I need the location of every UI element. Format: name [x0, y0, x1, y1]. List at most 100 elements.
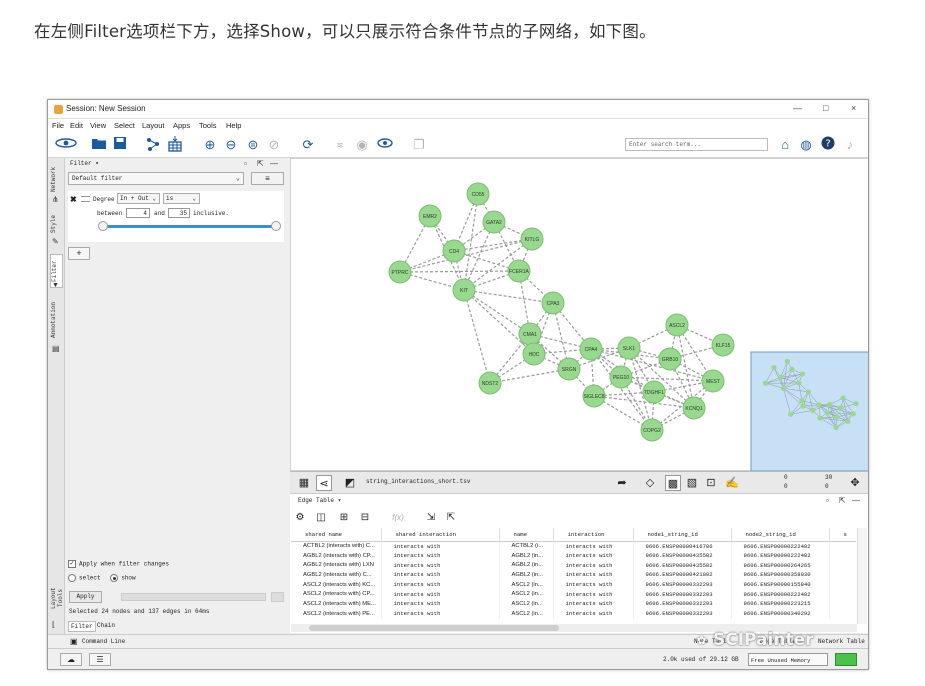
degree-max-input[interactable]: 35 [168, 208, 190, 218]
table-cell[interactable]: interacts with [381, 608, 500, 619]
network-node[interactable]: GATA2 [482, 210, 506, 234]
table-cell[interactable]: interacts with [381, 579, 500, 590]
table-cell[interactable]: ASCL2 (interacts with) CP... [291, 589, 382, 600]
table-row[interactable]: ASCL2 (interacts with) ME... interacts wi… [291, 599, 856, 609]
column-header[interactable]: node2_string_id [731, 528, 830, 542]
expand-view-icon[interactable]: ◩ [342, 475, 358, 491]
hide-icon[interactable]: ≋ [330, 136, 350, 154]
network-node[interactable]: CMA1 [518, 322, 542, 346]
close-button[interactable]: × [851, 103, 856, 113]
menu-file[interactable]: File [52, 121, 64, 130]
network-node[interactable]: HDC [522, 342, 546, 366]
table-cell[interactable] [829, 541, 856, 551]
table-cell[interactable]: ASCL2 (in... [499, 599, 554, 609]
table-cell[interactable] [829, 608, 856, 619]
add-filter-button[interactable]: + [68, 247, 90, 260]
table-cell[interactable]: interacts with [381, 550, 500, 561]
table-cell[interactable] [829, 550, 856, 561]
tab-layout-tools[interactable]: Layout Tools [50, 578, 64, 618]
show-radio[interactable] [110, 574, 119, 582]
table-cell[interactable]: interacts with [381, 589, 500, 600]
table-row[interactable]: ASCL2 (interacts with) KC... interacts wi… [291, 579, 856, 590]
slider-low-handle[interactable] [98, 221, 108, 231]
network-node[interactable]: NDST2 [478, 371, 502, 395]
tab-chain[interactable]: Chain [95, 621, 117, 630]
cancel-filter-button[interactable] [271, 592, 284, 602]
hide-selected-icon[interactable]: ◉ [353, 136, 371, 154]
network-node[interactable]: PEG10 [609, 365, 633, 389]
table-cell[interactable]: 9606.ENSP00000332293 [633, 599, 732, 609]
free-memory-button[interactable]: Free Unused Memory [748, 653, 828, 666]
network-edge[interactable] [590, 348, 714, 382]
import-network-icon[interactable] [144, 136, 162, 154]
table-cell[interactable]: ASCL2 (interacts with) ME... [291, 599, 382, 609]
table-cell[interactable]: interacts with [553, 550, 634, 561]
function-builder-button[interactable]: f(x) [387, 511, 409, 525]
table-cell[interactable]: ASCL2 (in... [499, 608, 554, 619]
menu-select[interactable]: Select [114, 121, 135, 130]
network-edge[interactable] [463, 289, 491, 384]
table-cell[interactable]: interacts with [381, 560, 500, 571]
table-cell[interactable]: 9606.ENSP00000332293 [633, 579, 732, 590]
table-row[interactable]: AGBL2 (interacts with) C... interacts wit… [291, 570, 856, 580]
session-eye-icon[interactable] [54, 136, 78, 154]
table-cell[interactable]: ASCL2 (in... [499, 589, 554, 600]
table-cell[interactable]: interacts with [381, 541, 500, 551]
apply-button[interactable]: Apply [69, 591, 102, 603]
edge-table-grid[interactable]: shared name shared interaction name inte… [291, 528, 856, 632]
select-radio[interactable] [68, 574, 76, 582]
filter-panel-header[interactable]: Filter ▾ [70, 160, 99, 167]
home-icon[interactable]: ⌂ [776, 136, 794, 154]
apply-when-changes-checkbox[interactable]: ✓ [68, 560, 76, 568]
table-cell[interactable]: 9606.ENSP00000435582 [633, 560, 732, 571]
degree-direction-select[interactable]: In + Out ⌄ [117, 193, 160, 204]
table-cell[interactable]: 9606.ENSP00000435582 [633, 550, 732, 561]
table-cell[interactable] [829, 599, 856, 609]
table-cell[interactable]: ACTBL2 (interacts with) C... [291, 541, 382, 551]
show-columns-icon[interactable]: ◫ [314, 511, 328, 525]
snapshot-icon[interactable]: ⊡ [703, 475, 719, 491]
minimize-button[interactable]: — [793, 103, 802, 113]
network-node[interactable]: KITLG [520, 227, 544, 251]
table-cell[interactable]: AGBL2 (interacts with) LXN [291, 560, 382, 571]
grid-view-icon[interactable]: ▦ [296, 475, 312, 491]
panel-dock-icon[interactable]: ⇱ [257, 159, 264, 168]
network-node[interactable]: KCNQ1 [682, 396, 706, 420]
save-icon[interactable] [111, 136, 129, 154]
new-from-selection-icon[interactable]: ❐ [410, 136, 428, 154]
menu-help[interactable]: Help [226, 121, 241, 130]
open-folder-icon[interactable] [90, 136, 108, 154]
network-node[interactable]: MEST [701, 369, 725, 393]
table-cell[interactable]: AGBL2 (interacts with) C... [291, 570, 382, 580]
filter-options-menu-button[interactable]: ≡ [251, 172, 284, 185]
table-cell[interactable]: 9606.ENSP00000332293 [633, 589, 732, 600]
menu-edit[interactable]: Edit [70, 121, 83, 130]
menu-apps[interactable]: Apps [173, 121, 190, 130]
network-edge[interactable] [463, 289, 531, 335]
zoom-in-icon[interactable]: ⊕ [201, 136, 219, 154]
search-input[interactable]: Enter search term... [625, 138, 768, 151]
slider-high-handle[interactable] [271, 221, 281, 231]
table-cell[interactable]: ASCL2 (interacts with) KC... [291, 579, 382, 590]
table-cell[interactable] [829, 579, 856, 590]
table-cell[interactable]: interacts with [553, 579, 634, 590]
degree-operator-select[interactable]: is ⌄ [163, 193, 200, 204]
network-node[interactable]: SIGLEC8 [582, 384, 606, 408]
table-cell[interactable]: AGBL2 (in... [499, 570, 554, 580]
globe-icon[interactable]: ◍ [797, 136, 815, 154]
table-cell[interactable]: 9606.ENSP00000155840 [731, 579, 830, 590]
table-cell[interactable]: interacts with [553, 560, 634, 571]
table-row[interactable]: AGBL2 (interacts with) CP... interacts wi… [291, 550, 856, 561]
import-table-icon[interactable]: ⇲ [424, 511, 438, 525]
table-row[interactable]: AGBL2 (interacts with) LXN interacts with… [291, 560, 856, 571]
table-cell[interactable]: 9606.ENSP00000340292 [731, 608, 830, 619]
network-view[interactable]: CD55 EMR2 GATA2 KITLG CD4 PTPRC FCER1A KIT CPA3 C… [290, 158, 869, 472]
tab-annotation[interactable]: Annotation [50, 300, 63, 340]
network-canvas[interactable]: CD55 EMR2 GATA2 KITLG CD4 PTPRC FCER1A KIT CPA3 C… [291, 159, 869, 472]
show-graphics-details-icon[interactable]: ▩ [665, 475, 681, 491]
table-cell[interactable]: interacts with [553, 570, 634, 580]
table-cell[interactable]: AGBL2 (in... [499, 560, 554, 571]
table-cell[interactable]: ASCL2 (interacts with) PE... [291, 608, 382, 619]
panel-dock-icon[interactable]: ⇱ [839, 496, 846, 505]
panel-hide-icon[interactable]: — [270, 159, 278, 168]
